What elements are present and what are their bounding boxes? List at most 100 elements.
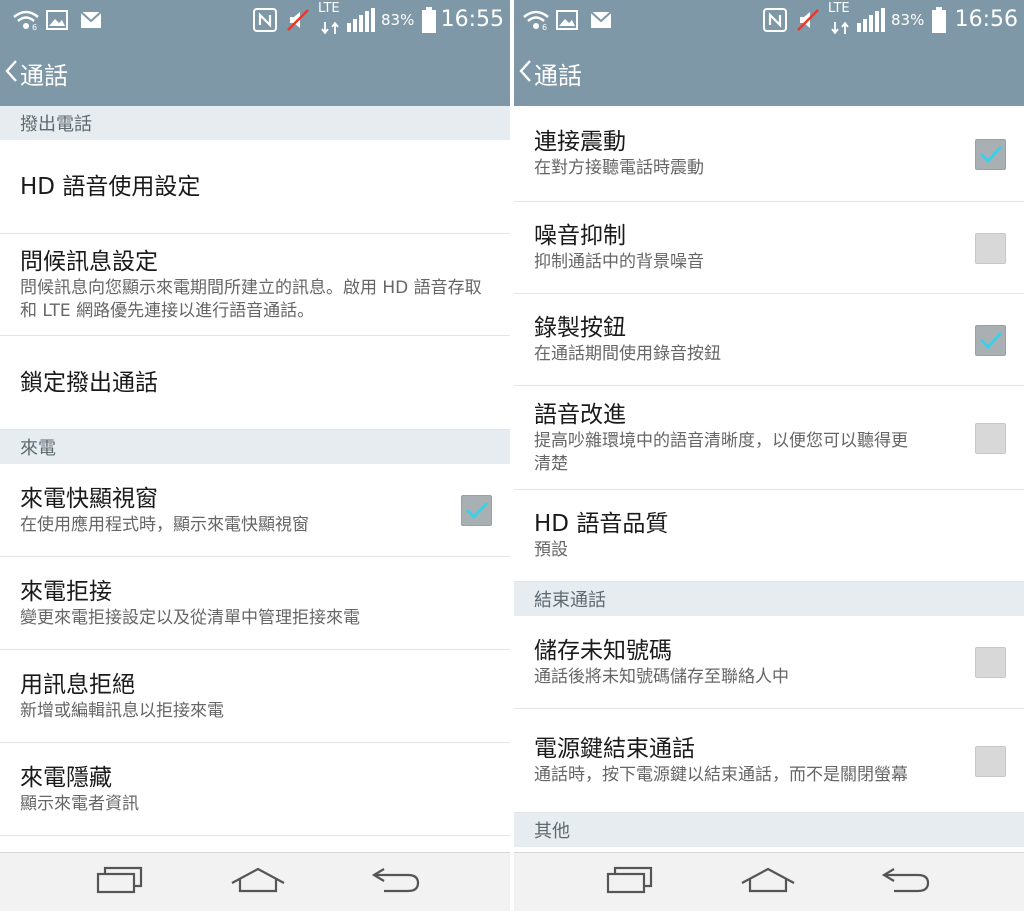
home-icon — [230, 867, 286, 897]
action-bar: 通話 — [0, 40, 510, 106]
section-header: 其他 — [514, 813, 1024, 847]
checkbox[interactable] — [975, 647, 1006, 678]
left-screen: 6 LTE 83% 16:55 通話 撥出電話 HD 語音使用設定 問候訊息設定… — [0, 0, 510, 911]
settings-item[interactable]: HD 語音使用設定 — [0, 140, 510, 234]
back-button[interactable]: 通話 — [0, 40, 80, 106]
signal-icon — [346, 7, 376, 33]
settings-item-title: HD 語音使用設定 — [20, 173, 201, 200]
battery-percent: 83% — [381, 11, 415, 29]
clock: 16:56 — [954, 7, 1018, 32]
mute-icon — [286, 7, 310, 33]
section-header: 來電 — [0, 430, 510, 464]
settings-item[interactable]: 問候訊息設定 問候訊息向您顯示來電期間所建立的訊息。啟用 HD 語音存取和 LTE… — [0, 234, 510, 336]
home-button[interactable] — [728, 853, 808, 911]
settings-item-subtitle: 問候訊息向您顯示來電期間所建立的訊息。啟用 HD 語音存取和 LTE 網路優先連… — [20, 277, 482, 321]
image-icon — [46, 7, 68, 33]
status-bar: 6 LTE 83% 16:56 — [514, 0, 1024, 40]
battery-icon — [422, 7, 436, 33]
recent-apps-icon — [95, 866, 145, 898]
checkmark-icon — [465, 501, 489, 520]
back-nav-icon — [370, 865, 422, 899]
battery-icon — [932, 7, 946, 33]
settings-item[interactable]: 鎖定撥出通話 — [0, 336, 510, 430]
mute-icon — [796, 7, 820, 33]
checkbox[interactable] — [975, 232, 1006, 264]
settings-item-subtitle: 通話後將未知號碼儲存至聯絡人中 — [534, 666, 789, 687]
lte-label: LTE — [318, 1, 340, 16]
settings-item[interactable]: 電源鍵結束通話通話時，按下電源鍵以結束通話，而不是關閉螢幕 — [514, 709, 1024, 813]
checkbox[interactable] — [975, 138, 1006, 170]
settings-item[interactable]: 連接震動在對方接聽電話時震動 — [514, 106, 1024, 202]
settings-item[interactable]: 儲存未知號碼 通話後將未知號碼儲存至聯絡人中 — [514, 616, 1024, 709]
wifi-icon: 6 — [522, 7, 550, 33]
settings-item-title: 用訊息拒絕 — [20, 671, 135, 698]
settings-item-title: 連接震動 — [534, 129, 626, 155]
settings-item-title: HD 語音品質 — [534, 511, 669, 537]
settings-item-title: 語音改進 — [534, 401, 626, 428]
svg-text:6: 6 — [32, 23, 37, 31]
settings-item[interactable]: 語音改進 提高吵雜環境中的語音清晰度，以便您可以聽得更清楚 — [514, 386, 1024, 490]
checkmark-icon — [979, 145, 1003, 163]
section-header: 結束通話 — [514, 582, 1024, 616]
page-title: 通話 — [20, 61, 68, 90]
mail-icon — [80, 7, 102, 33]
checkbox[interactable] — [975, 422, 1006, 454]
settings-item[interactable]: HD 語音品質預設 — [514, 490, 1024, 582]
settings-item-title: 問候訊息設定 — [20, 248, 158, 275]
back-nav-button[interactable] — [866, 853, 946, 911]
settings-item[interactable]: 用訊息拒絕 新增或編輯訊息以拒接來電 — [0, 650, 510, 743]
page-title: 通話 — [534, 61, 582, 90]
wifi-icon: 6 — [12, 7, 40, 33]
recent-apps-button[interactable] — [590, 853, 670, 911]
settings-item[interactable]: 噪音抑制抑制通話中的背景噪音 — [514, 202, 1024, 294]
action-bar: 通話 — [514, 40, 1024, 106]
checkmark-icon — [979, 331, 1003, 349]
back-button[interactable]: 通話 — [514, 40, 594, 106]
settings-item[interactable]: 錄製按鈕 在通話期間使用錄音按鈕 — [514, 294, 1024, 386]
navigation-bar — [0, 852, 510, 911]
settings-item-title: 來電拒接 — [20, 578, 112, 605]
nfc-icon — [253, 7, 277, 33]
settings-item-subtitle: 在通話期間使用錄音按鈕 — [534, 344, 721, 364]
settings-item-subtitle: 提高吵雜環境中的語音清晰度，以便您可以聽得更清楚 — [534, 430, 908, 474]
settings-item-subtitle: 在使用應用程式時，顯示來電快顯視窗 — [20, 514, 309, 535]
settings-item-title: 電源鍵結束通話 — [534, 736, 695, 762]
settings-item[interactable]: 來電隱藏 顯示來電者資訊 — [0, 743, 510, 836]
recent-apps-icon — [605, 866, 655, 898]
checkbox[interactable] — [975, 745, 1006, 777]
mail-icon — [590, 7, 612, 33]
nfc-icon — [763, 7, 787, 33]
settings-item[interactable]: 來電拒接 變更來電拒接設定以及從清單中管理拒接來電 — [0, 557, 510, 650]
home-icon — [740, 867, 796, 897]
settings-item-subtitle: 通話時，按下電源鍵以結束通話，而不是關閉螢幕 — [534, 765, 908, 785]
settings-item-title: 來電隱藏 — [20, 764, 112, 791]
back-nav-button[interactable] — [356, 853, 436, 911]
back-icon — [4, 58, 18, 88]
settings-item-title: 鎖定撥出通話 — [20, 369, 158, 396]
status-bar: 6 LTE 83% 16:55 — [0, 0, 510, 40]
settings-list: 連接震動在對方接聽電話時震動噪音抑制抑制通話中的背景噪音錄製按鈕 在通話期間使用錄… — [514, 106, 1024, 852]
recent-apps-button[interactable] — [80, 853, 160, 911]
back-icon — [518, 58, 532, 88]
lte-label: LTE — [828, 1, 850, 16]
settings-item[interactable]: 來電快顯視窗 在使用應用程式時，顯示來電快顯視窗 — [0, 464, 510, 557]
home-button[interactable] — [218, 853, 298, 911]
navigation-bar — [514, 852, 1024, 911]
settings-item-subtitle: 顯示來電者資訊 — [20, 793, 139, 814]
settings-item-subtitle: 在對方接聽電話時震動 — [534, 158, 704, 178]
clock: 16:55 — [440, 7, 504, 32]
settings-item-subtitle: 抑制通話中的背景噪音 — [534, 252, 704, 272]
checkbox[interactable] — [975, 324, 1006, 356]
svg-text:6: 6 — [542, 23, 547, 31]
settings-list: 撥出電話 HD 語音使用設定 問候訊息設定 問候訊息向您顯示來電期間所建立的訊息。啟用… — [0, 106, 510, 852]
lte-arrows-icon — [320, 22, 340, 34]
checkbox[interactable] — [461, 495, 492, 526]
battery-percent: 83% — [891, 11, 925, 29]
settings-item-subtitle: 新增或編輯訊息以拒接來電 — [20, 700, 224, 721]
section-header: 撥出電話 — [0, 106, 510, 140]
settings-item-title: 噪音抑制 — [534, 223, 626, 249]
settings-item-subtitle: 預設 — [534, 540, 568, 560]
back-nav-icon — [880, 865, 932, 899]
lte-arrows-icon — [830, 22, 850, 34]
settings-item-subtitle: 變更來電拒接設定以及從清單中管理拒接來電 — [20, 607, 360, 628]
